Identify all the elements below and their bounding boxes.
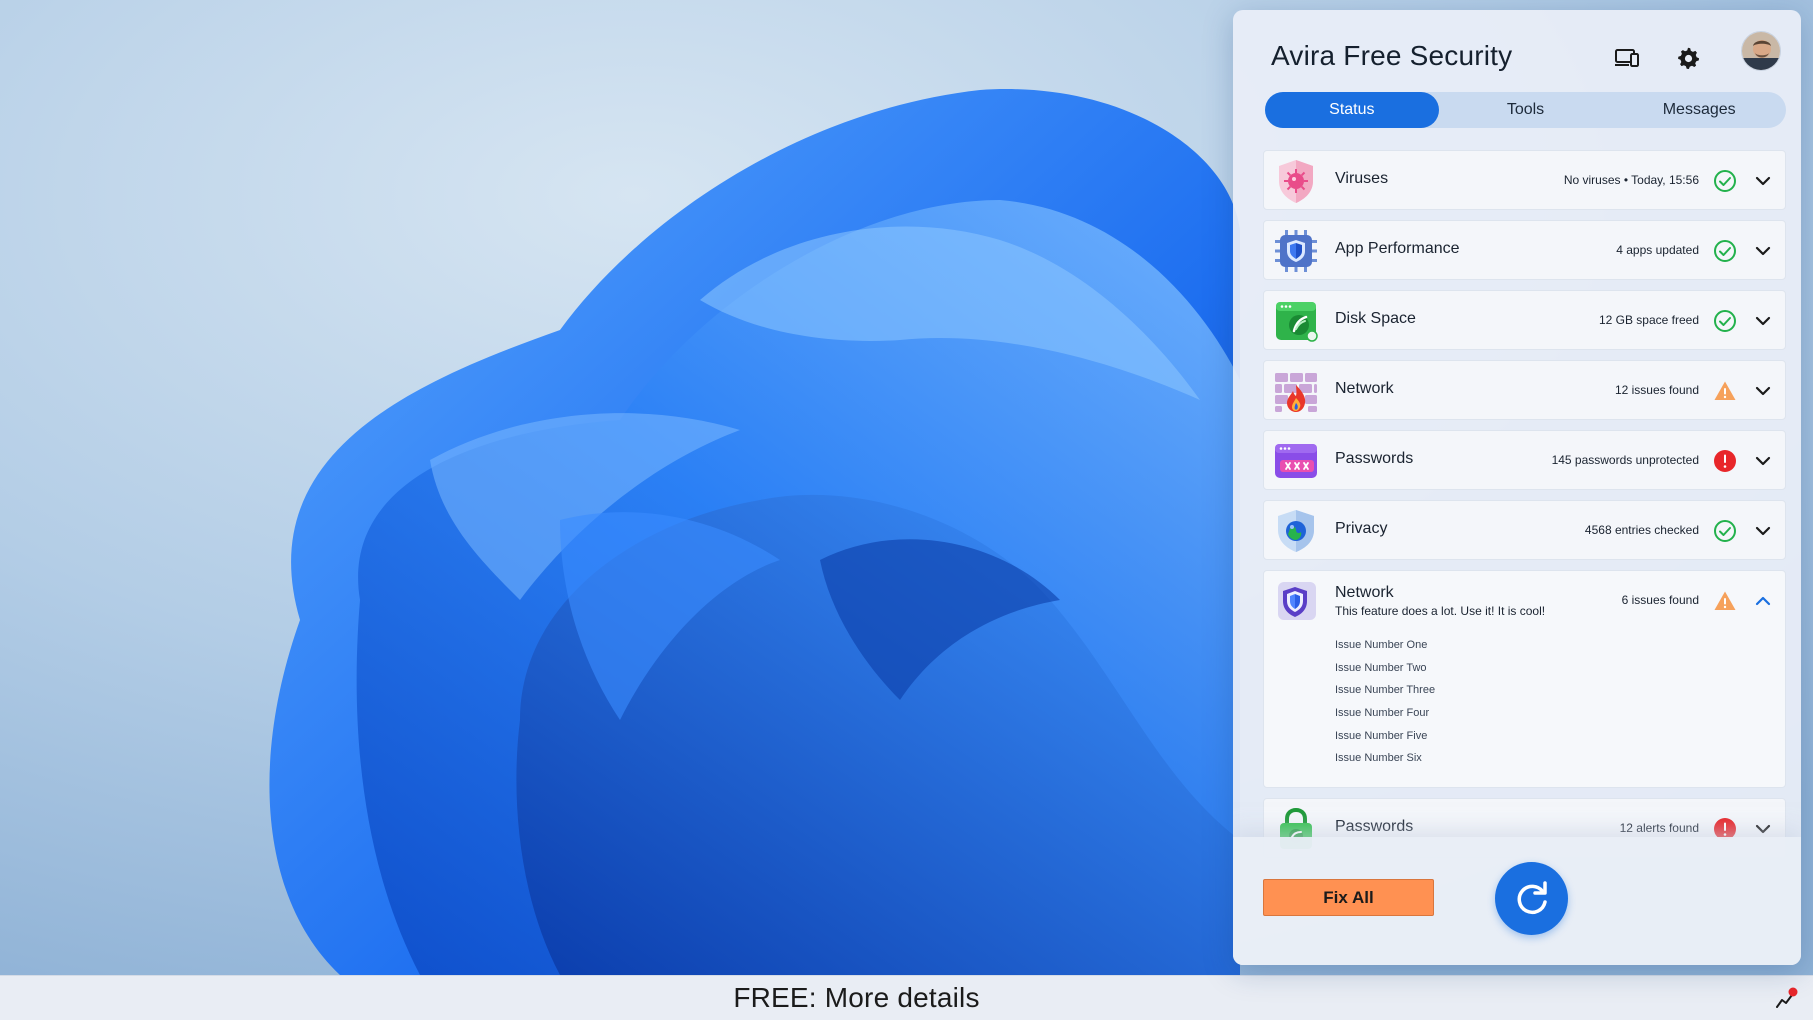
check-circle-icon [1713, 309, 1737, 333]
row-status: 12 alerts found [1619, 821, 1699, 835]
check-circle-icon [1713, 169, 1737, 193]
tab-status[interactable]: Status [1265, 92, 1439, 128]
status-list: Viruses No viruses • Today, 15:56 App Pe… [1263, 150, 1786, 868]
status-row-passwords[interactable]: Passwords 145 passwords unprotected [1263, 430, 1786, 490]
firewall-icon [1272, 367, 1320, 415]
row-title: Passwords [1335, 818, 1414, 835]
gear-icon[interactable] [1672, 42, 1704, 74]
row-description: This feature does a lot. Use it! It is c… [1335, 604, 1546, 618]
status-row-viruses[interactable]: Viruses No viruses • Today, 15:56 [1263, 150, 1786, 210]
row-title: Viruses [1335, 170, 1389, 187]
row-status: 4568 entries checked [1584, 523, 1699, 537]
list-item: Issue Number Two [1335, 661, 1427, 674]
tab-messages[interactable]: Messages [1612, 92, 1786, 128]
app-header: Avira Free Security [1233, 10, 1801, 90]
status-row-disk-space[interactable]: Disk Space 12 GB space freed [1263, 290, 1786, 350]
notification-tray-icon[interactable] [1773, 986, 1799, 1012]
warning-icon [1713, 379, 1737, 403]
row-title: Disk Space [1335, 310, 1416, 327]
avira-app-window: Avira Free Security Status Tools Message… [1233, 10, 1801, 965]
warning-icon [1713, 589, 1737, 613]
row-title: Privacy [1335, 520, 1388, 537]
refresh-icon[interactable] [1495, 862, 1568, 935]
chevron-down-icon[interactable] [1753, 451, 1773, 471]
check-circle-icon [1713, 239, 1737, 263]
row-status: 4 apps updated [1616, 243, 1699, 257]
tab-tools[interactable]: Tools [1439, 92, 1613, 128]
status-row-network[interactable]: Network 12 issues found [1263, 360, 1786, 420]
more-details-link[interactable]: FREE: More details [733, 982, 979, 1014]
status-row-app-performance[interactable]: App Performance 4 apps updated [1263, 220, 1786, 280]
action-area: Fix All [1233, 837, 1801, 965]
chevron-down-icon[interactable] [1753, 171, 1773, 191]
disk-icon [1272, 297, 1320, 345]
row-title: Passwords [1335, 450, 1414, 467]
row-status: 12 issues found [1614, 383, 1699, 397]
tab-bar: Status Tools Messages [1265, 92, 1786, 128]
row-title: App Performance [1335, 240, 1460, 257]
chevron-down-icon[interactable] [1753, 521, 1773, 541]
chevron-down-icon[interactable] [1753, 241, 1773, 261]
row-status: No viruses • Today, 15:56 [1563, 173, 1699, 187]
devices-icon[interactable] [1611, 42, 1643, 74]
list-item: Issue Number Three [1335, 684, 1436, 697]
check-circle-icon [1713, 519, 1737, 543]
row-title: Network [1335, 584, 1394, 601]
issue-list: Issue Number One Issue Number Two Issue … [1335, 637, 1435, 773]
row-status: 6 issues found [1621, 593, 1699, 607]
fix-all-button[interactable]: Fix All [1263, 879, 1434, 916]
chevron-down-icon[interactable] [1753, 311, 1773, 331]
list-item: Issue Number Six [1335, 752, 1422, 765]
status-row-privacy[interactable]: Privacy 4568 entries checked [1263, 500, 1786, 560]
chevron-up-icon[interactable] [1753, 591, 1773, 611]
network-shield-icon [1272, 577, 1320, 625]
app-title: Avira Free Security [1271, 40, 1513, 71]
list-item: Issue Number Five [1335, 729, 1428, 742]
avatar[interactable] [1741, 31, 1781, 71]
password-icon [1272, 437, 1320, 485]
chevron-down-icon[interactable] [1753, 381, 1773, 401]
list-item: Issue Number Four [1335, 707, 1430, 720]
row-status: 145 passwords unprotected [1551, 453, 1699, 467]
status-row-network-expanded[interactable]: Network This feature does a lot. Use it!… [1263, 570, 1786, 788]
chip-shield-icon [1272, 227, 1320, 275]
list-item: Issue Number One [1335, 639, 1428, 651]
bottom-bar[interactable]: FREE: More details [0, 975, 1813, 1020]
virus-icon [1272, 157, 1320, 205]
privacy-shield-icon [1272, 507, 1320, 555]
chevron-down-icon[interactable] [1753, 819, 1773, 839]
error-icon [1713, 449, 1737, 473]
row-title: Network [1335, 380, 1394, 397]
row-status: 12 GB space freed [1598, 313, 1699, 327]
